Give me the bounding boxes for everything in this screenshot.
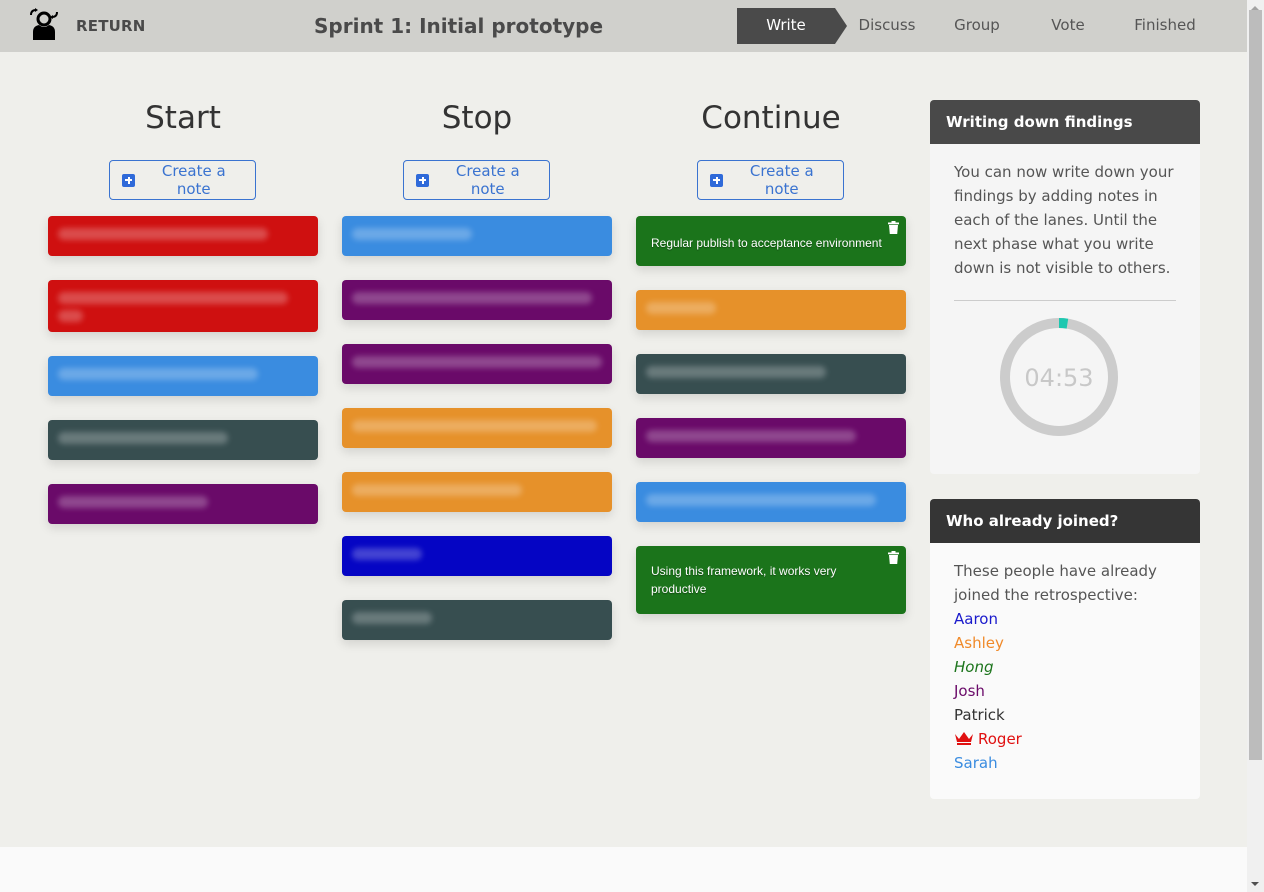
note-card[interactable]: Regular publish to acceptance environmen… <box>636 216 906 266</box>
participant: Ashley <box>954 631 1176 655</box>
note-card[interactable] <box>48 216 318 256</box>
footer <box>0 847 1247 892</box>
hidden-note-text <box>58 228 268 240</box>
hidden-note-text <box>646 430 856 442</box>
vertical-scrollbar[interactable] <box>1247 0 1264 892</box>
note-card[interactable] <box>342 600 612 640</box>
note-card[interactable] <box>48 420 318 460</box>
participant: Roger <box>954 727 1176 751</box>
note-card[interactable] <box>48 356 318 396</box>
note-text: Regular publish to acceptance environmen… <box>651 236 882 250</box>
participant: Hong <box>954 655 1176 679</box>
participant-name: Hong <box>954 658 994 676</box>
note-card[interactable] <box>342 472 612 512</box>
hidden-note-text <box>646 494 876 506</box>
top-bar: RETURN Sprint 1: Initial prototype Write… <box>0 0 1247 52</box>
hidden-note-text <box>352 356 602 368</box>
hidden-note-text <box>58 432 228 444</box>
lane-title: Stop <box>441 100 513 136</box>
instructions-panel: Writing down findings You can now write … <box>930 100 1200 474</box>
create-note-label: Create a note <box>749 162 814 198</box>
hidden-note-text <box>352 484 522 496</box>
participants-intro: These people have already joined the ret… <box>954 562 1157 604</box>
board: Start Create a note Stop Create a note C… <box>0 52 1247 847</box>
divider <box>954 300 1176 301</box>
participant-name: Patrick <box>954 706 1005 724</box>
hidden-note-text <box>352 548 422 560</box>
lane-title: Continue <box>701 100 841 136</box>
note-card[interactable] <box>342 280 612 320</box>
participant-name: Roger <box>978 730 1022 748</box>
participant-name: Aaron <box>954 610 998 628</box>
hidden-note-text <box>352 612 432 624</box>
create-note-button[interactable]: Create a note <box>403 160 550 200</box>
trash-icon[interactable] <box>888 221 899 234</box>
retro-person-icon[interactable] <box>28 8 60 42</box>
hidden-note-text <box>646 366 826 378</box>
lane-title: Start <box>145 100 221 136</box>
note-card[interactable] <box>636 354 906 394</box>
hidden-note-text <box>352 228 472 240</box>
participant: Josh <box>954 679 1176 703</box>
hidden-note-text <box>58 496 208 508</box>
note-card[interactable]: Using this framework, it works very prod… <box>636 546 906 614</box>
hidden-note-text <box>58 310 83 322</box>
note-card[interactable] <box>342 344 612 384</box>
participants-body: These people have already joined the ret… <box>930 543 1200 791</box>
note-card[interactable] <box>636 290 906 330</box>
note-card[interactable] <box>48 280 318 332</box>
participant-name: Josh <box>954 682 985 700</box>
panel-title: Writing down findings <box>930 100 1200 144</box>
participant: Aaron <box>954 607 1176 631</box>
plus-square-icon <box>710 173 723 187</box>
create-note-label: Create a note <box>455 162 520 198</box>
plus-square-icon <box>122 173 135 187</box>
instructions-text: You can now write down your findings by … <box>954 163 1174 277</box>
hidden-note-text <box>352 292 592 304</box>
participant: Patrick <box>954 703 1176 727</box>
note-text: Using this framework, it works very prod… <box>651 564 837 596</box>
create-note-button[interactable]: Create a note <box>697 160 844 200</box>
hidden-note-text <box>352 420 597 432</box>
scroll-down-arrow-icon[interactable] <box>1251 882 1259 886</box>
hidden-note-text <box>58 368 258 380</box>
participants-list: Aaron Ashley Hong Josh Patrick Roger Sarah <box>954 607 1176 775</box>
participant: Sarah <box>954 751 1176 775</box>
participant-name: Ashley <box>954 634 1004 652</box>
app-viewport: RETURN Sprint 1: Initial prototype Write… <box>0 0 1247 892</box>
hidden-note-text <box>646 302 716 314</box>
return-link[interactable]: RETURN <box>76 17 146 35</box>
trash-icon[interactable] <box>888 551 899 564</box>
note-card[interactable] <box>636 482 906 522</box>
phase-stepper: Write Discuss Group Vote Finished <box>737 8 1221 44</box>
phase-group[interactable]: Group <box>927 8 1027 44</box>
scrollbar-thumb[interactable] <box>1249 10 1262 760</box>
plus-square-icon <box>416 173 429 187</box>
timer-remaining: 04:53 <box>1024 364 1094 392</box>
hidden-note-text <box>58 292 288 304</box>
phase-finished[interactable]: Finished <box>1109 8 1221 44</box>
phase-discuss[interactable]: Discuss <box>847 8 927 44</box>
crown-icon <box>955 732 973 745</box>
note-card[interactable] <box>636 418 906 458</box>
participant-name: Sarah <box>954 754 998 772</box>
page-title: Sprint 1: Initial prototype <box>314 14 604 38</box>
note-card[interactable] <box>48 484 318 524</box>
note-card[interactable] <box>342 536 612 576</box>
phase-write[interactable]: Write <box>737 8 847 44</box>
create-note-button[interactable]: Create a note <box>109 160 256 200</box>
note-card[interactable] <box>342 216 612 256</box>
phase-vote[interactable]: Vote <box>1027 8 1109 44</box>
note-card[interactable] <box>342 408 612 448</box>
create-note-label: Create a note <box>161 162 226 198</box>
panel-title: Who already joined? <box>930 499 1200 543</box>
participants-panel: Who already joined? These people have al… <box>930 499 1200 799</box>
